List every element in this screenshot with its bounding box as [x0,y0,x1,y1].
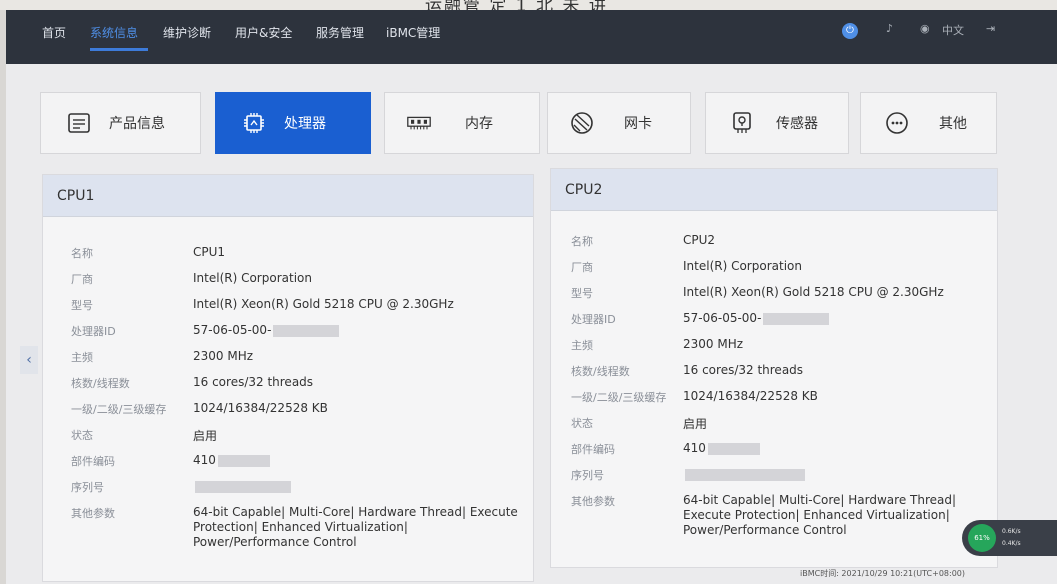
collapse-sidebar-button[interactable]: ‹ [20,346,38,374]
tile-label: 传感器 [776,116,818,132]
processor-icon [242,111,266,135]
cpu2-row-other-params: 其他参数 64-bit Capable| Multi-Core| Hardware… [571,493,957,537]
language-select[interactable]: 中文 [942,22,964,38]
logout-icon[interactable]: ⇥ [986,22,995,35]
sensor-icon [730,111,754,135]
cpu1-row-part-number: 部件编码 410 [43,453,533,475]
part-number-value: 410 [193,453,216,467]
network-card-icon [570,111,594,135]
tile-label: 产品信息 [109,116,165,132]
cpu1-row-serial: 序列号 [43,479,533,501]
cpu2-title: CPU2 [551,169,997,211]
processor-id-value: 57-06-05-00- [193,323,272,337]
tile-other[interactable]: 其他 [860,92,997,154]
memory-icon [407,111,431,135]
download-speed: 0.4K/s [1002,540,1021,547]
redacted-block [217,454,270,467]
part-number-value: 410 [683,441,706,455]
nav-maintenance[interactable]: 维护诊断 [163,24,211,41]
redacted-block [707,442,760,455]
cpu2-row-status: 状态 启用 [571,417,708,431]
power-icon[interactable]: ⏻ [842,23,858,39]
cpu1-row-cache: 一级/二级/三级缓存 1024/16384/22528 KB [71,401,328,416]
tile-label: 网卡 [624,116,652,132]
nav-service-mgmt[interactable]: 服务管理 [316,24,364,41]
tile-label: 其他 [939,116,967,132]
cpu1-row-frequency: 主频 2300 MHz [71,349,254,364]
nav-home[interactable]: 首页 [42,24,66,41]
network-speed-widget[interactable]: 61% 0.6K/s 0.4K/s [962,520,1057,556]
upload-speed: 0.6K/s [1002,528,1021,535]
nav-ibmc-mgmt[interactable]: iBMC管理 [386,24,440,41]
caption-text: 运融管 定 1 北 未 讲 [425,0,608,10]
cpu2-row-processor-id: 处理器ID 57-06-05-00- [551,311,997,333]
cpu2-row-part-number: 部件编码 410 [551,441,997,463]
cpu2-row-cache: 一级/二级/三级缓存 1024/16384/22528 KB [571,389,818,404]
nav-system-info[interactable]: 系统信息 [90,24,138,41]
redacted-block [273,324,340,337]
processor-id-value: 57-06-05-00- [683,311,762,325]
tile-sensor[interactable]: 传感器 [705,92,849,154]
other-icon [885,111,909,135]
cpu1-card: CPU1 名称 CPU1 厂商 Intel(R) Corporation 型号 Int… [42,174,534,582]
nav-user-security[interactable]: 用户&安全 [235,24,292,41]
tile-label: 处理器 [284,116,326,132]
cpu2-row-vendor: 厂商 Intel(R) Corporation [571,259,802,274]
top-navigation-bar: 首页 系统信息 维护诊断 用户&安全 服务管理 iBMC管理 ⏻ ♪ ◉ 中文 … [6,10,1057,64]
cpu2-row-cores: 核数/线程数 16 cores/32 threads [571,363,804,378]
cpu2-row-frequency: 主频 2300 MHz [571,337,744,352]
bell-icon[interactable]: ♪ [886,22,893,35]
cpu1-row-vendor: 厂商 Intel(R) Corporation [71,271,312,286]
cpu2-card: CPU2 名称 CPU2 厂商 Intel(R) Corporation 型号 Int… [550,168,998,568]
product-info-icon [67,111,91,135]
cpu2-row-model: 型号 Intel(R) Xeon(R) Gold 5218 CPU @ 2.30G… [571,285,944,300]
cpu1-row-processor-id: 处理器ID 57-06-05-00- [43,323,533,345]
redacted-block [763,312,830,325]
cpu1-row-status: 状态 启用 [71,429,218,443]
redacted-block [685,468,805,481]
cpu1-row-name: 名称 CPU1 [71,245,226,260]
cpu1-title: CPU1 [43,175,533,217]
photo-caption-banner: 运融管 定 1 北 未 讲 [0,0,1057,10]
tile-label: 内存 [465,116,493,132]
main-panel: 产品信息 处理器 内存 网卡 传感器 其他 ‹ CPU1 名称 CPU1 厂商 In… [6,64,1057,584]
tile-product-info[interactable]: 产品信息 [40,92,201,154]
tile-network-card[interactable]: 网卡 [547,92,691,154]
ibmc-time: iBMC时间: 2021/10/29 10:21(UTC+08:00) [800,569,966,578]
nav-active-underline [90,48,148,51]
cpu2-row-serial: 序列号 [551,467,997,489]
redacted-block [195,480,291,493]
tile-processor[interactable]: 处理器 [215,92,371,154]
user-icon[interactable]: ◉ [920,22,930,35]
cpu2-row-name: 名称 CPU2 [571,233,716,248]
cpu1-row-model: 型号 Intel(R) Xeon(R) Gold 5218 CPU @ 2.30G… [71,297,454,312]
cpu1-row-other-params: 其他参数 64-bit Capable| Multi-Core| Hardware… [71,505,518,549]
tile-memory[interactable]: 内存 [384,92,540,154]
usage-percent: 61% [968,524,996,552]
cpu1-row-cores: 核数/线程数 16 cores/32 threads [71,375,314,390]
